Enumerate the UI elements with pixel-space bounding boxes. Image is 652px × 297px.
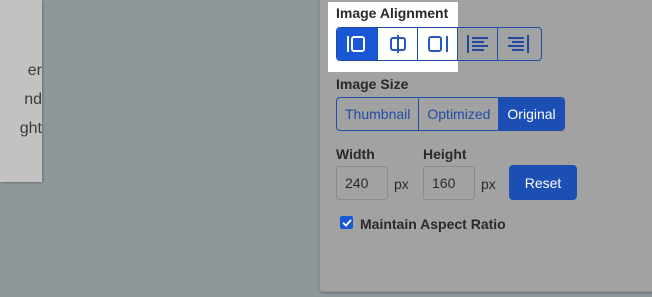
wrap-left-icon xyxy=(466,35,488,53)
height-label: Height xyxy=(423,146,467,162)
aspect-ratio-label: Maintain Aspect Ratio xyxy=(360,216,506,232)
align-center-icon xyxy=(389,35,406,53)
width-label: Width xyxy=(336,146,375,162)
size-original-button[interactable]: Original xyxy=(498,98,564,130)
size-thumbnail-button[interactable]: Thumbnail xyxy=(337,98,418,130)
document-preview: er nd ght xyxy=(0,0,42,182)
align-none-icon xyxy=(347,36,365,52)
size-optimized-button[interactable]: Optimized xyxy=(418,98,498,130)
checkmark-icon xyxy=(342,219,351,226)
image-size-label: Image Size xyxy=(336,76,409,92)
reset-button[interactable]: Reset xyxy=(509,165,577,200)
height-input[interactable]: 160 xyxy=(423,166,475,200)
image-alignment-label: Image Alignment xyxy=(336,5,449,21)
image-alignment-group xyxy=(336,27,542,61)
wrap-right-button[interactable] xyxy=(497,28,537,60)
document-text-line: ght xyxy=(19,120,42,137)
align-center-button[interactable] xyxy=(377,28,417,60)
wrap-right-icon xyxy=(507,35,529,53)
align-none-button[interactable] xyxy=(337,28,377,60)
document-text-line: nd xyxy=(24,91,42,108)
height-unit-label: px xyxy=(481,176,496,192)
width-input[interactable]: 240 xyxy=(336,166,388,200)
wrap-left-button[interactable] xyxy=(457,28,497,60)
width-unit-label: px xyxy=(394,176,409,192)
document-text-line: er xyxy=(27,62,42,79)
image-size-group: Thumbnail Optimized Original xyxy=(336,97,565,131)
aspect-ratio-checkbox[interactable] xyxy=(340,216,353,229)
align-right-button[interactable] xyxy=(417,28,457,60)
align-right-icon xyxy=(427,36,448,52)
